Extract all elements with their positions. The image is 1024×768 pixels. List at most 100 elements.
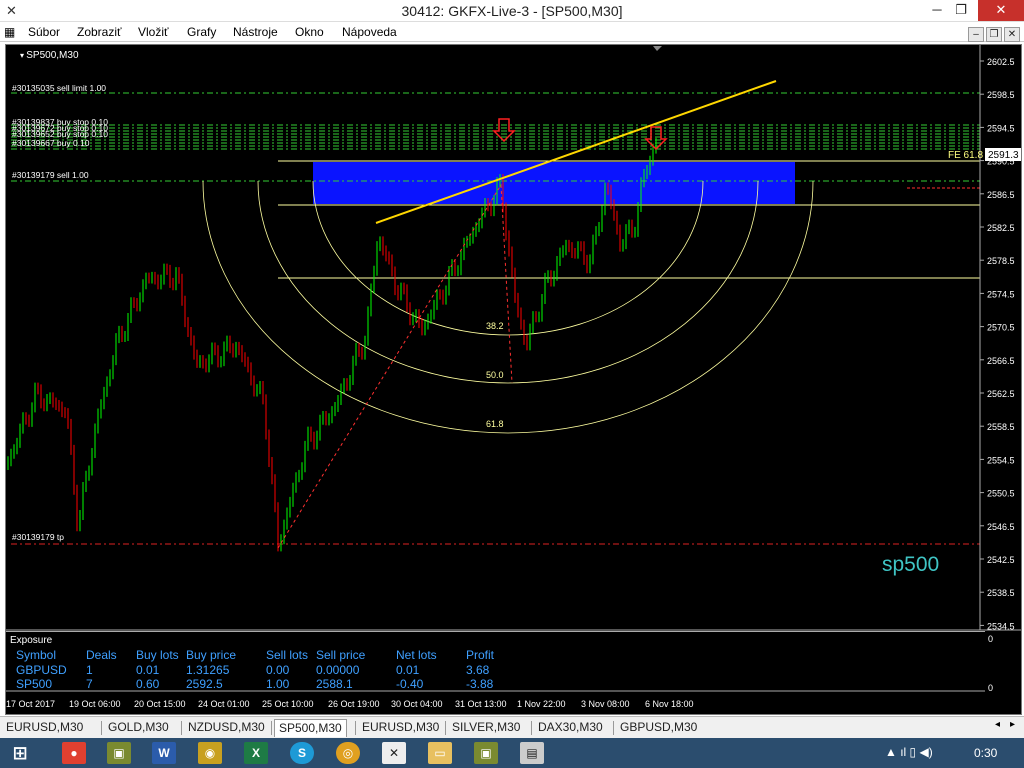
app-icon-2[interactable]: ▣ bbox=[107, 742, 131, 764]
restore-button[interactable]: ❐ bbox=[944, 0, 978, 21]
menu-zobrazit[interactable]: Zobraziť bbox=[77, 25, 122, 39]
exposure-cell: 1.31265 bbox=[186, 663, 230, 677]
start-icon[interactable]: ⊞ bbox=[8, 742, 32, 764]
price-tick-label: 2578.5 bbox=[987, 256, 1015, 266]
exposure-header: Profit bbox=[466, 648, 495, 662]
excel-icon[interactable]: X bbox=[244, 742, 268, 764]
chart-tabs: ◂ ▸ EURUSD,M30 GOLD,M30 NZDUSD,M30 SP500,M3… bbox=[0, 716, 1024, 738]
tab-separator bbox=[613, 721, 614, 735]
tray-icons[interactable]: ▲ ıl ▯ ◀) bbox=[885, 745, 933, 759]
mdi-restore-button[interactable]: ❐ bbox=[986, 27, 1002, 42]
price-tick-label: 2594.5 bbox=[987, 123, 1015, 133]
exposure-cell: 2592.5 bbox=[186, 677, 223, 691]
order-label-sell: #30139179 sell 1.00 bbox=[12, 170, 89, 180]
price-tick-label: 2534.5 bbox=[987, 621, 1015, 631]
fib-arc bbox=[257, 180, 759, 384]
time-tick-label: 26 Oct 19:00 bbox=[328, 699, 380, 709]
time-tick-label: 30 Oct 04:00 bbox=[391, 699, 443, 709]
price-tick-label: 2546.5 bbox=[987, 522, 1015, 532]
arrow-down-icon bbox=[492, 118, 516, 143]
price-tick-label: 2554.5 bbox=[987, 455, 1015, 465]
app-icon-4[interactable]: ◉ bbox=[198, 742, 222, 764]
time-tick-label: 1 Nov 22:00 bbox=[517, 699, 566, 709]
mdi-minimize-button[interactable]: – bbox=[968, 27, 984, 42]
tab-separator bbox=[531, 721, 532, 735]
tab-gbpusd-m30[interactable]: GBPUSD,M30 bbox=[616, 719, 701, 737]
exposure-cell: -3.88 bbox=[466, 677, 494, 691]
menu-subor[interactable]: Súbor bbox=[28, 25, 60, 39]
exposure-header: Net lots bbox=[396, 648, 437, 662]
exposure-title: Exposure bbox=[10, 635, 53, 646]
exposure-cell: 1 bbox=[86, 663, 93, 677]
price-tick-label: 2586.5 bbox=[987, 190, 1015, 200]
skype-icon[interactable]: S bbox=[290, 742, 314, 764]
exposure-cell: 0.60 bbox=[136, 677, 160, 691]
mdi-controls: – ❐ ✕ bbox=[966, 24, 1020, 42]
tab-dax30-m30[interactable]: DAX30,M30 bbox=[534, 719, 607, 737]
menu-app-icon[interactable]: ▦ bbox=[4, 25, 15, 39]
terminal-icon[interactable]: ✕ bbox=[382, 742, 406, 764]
tab-separator bbox=[101, 721, 102, 735]
chart-window[interactable]: 38.2 50.0 61.8 2602.5 2598.5 2594.5 2590.5 258… bbox=[5, 44, 1022, 715]
title-bar: ✕ 30412: GKFX-Live-3 - [SP500,M30] ─ ❐ ✕ bbox=[0, 0, 1024, 22]
exposure-header: Symbol bbox=[16, 648, 57, 662]
price-tag: 2591.3 bbox=[988, 150, 1019, 161]
price-tick-label: 2558.5 bbox=[987, 422, 1015, 432]
folder-icon[interactable]: ▭ bbox=[428, 742, 452, 764]
tab-sp500-m30[interactable]: SP500,M30 bbox=[274, 719, 347, 737]
price-tick-label: 2570.5 bbox=[987, 323, 1015, 333]
tab-eurusd-m30[interactable]: EURUSD,M30 bbox=[2, 719, 87, 737]
time-tick-label: 17 Oct 2017 bbox=[6, 699, 55, 709]
tab-scroll-right-icon[interactable]: ▸ bbox=[1010, 719, 1015, 730]
order-label-sell-limit: #30135035 sell limit 1.00 bbox=[12, 83, 106, 93]
menu-vlozit[interactable]: Vložiť bbox=[138, 25, 169, 39]
tab-separator bbox=[355, 721, 356, 735]
app-icon-11[interactable]: ▤ bbox=[520, 742, 544, 764]
exposure-header: Deals bbox=[86, 648, 117, 662]
price-tick-label: 2566.5 bbox=[987, 356, 1015, 366]
word-icon[interactable]: W bbox=[152, 742, 176, 764]
exposure-cell: 7 bbox=[86, 677, 93, 691]
tab-gold-m30[interactable]: GOLD,M30 bbox=[104, 719, 173, 737]
menu-okno[interactable]: Okno bbox=[295, 25, 324, 39]
order-label-buy-1: #30139667 buy 0.10 bbox=[12, 138, 90, 148]
time-tick-label: 25 Oct 10:00 bbox=[262, 699, 314, 709]
price-chart[interactable]: 38.250.061.8 2602.52598.52594.52590.5258… bbox=[6, 45, 1021, 714]
price-tick-label: 2542.5 bbox=[987, 555, 1015, 565]
exposure-cell: 3.68 bbox=[466, 663, 490, 677]
time-tick-label: 3 Nov 08:00 bbox=[581, 699, 630, 709]
tab-separator bbox=[445, 721, 446, 735]
chrome-icon[interactable]: ◎ bbox=[336, 742, 360, 764]
taskbar: ⊞ ● ▣ W ◉ X S ◎ ✕ ▭ ▣ ▤ ▲ ıl ▯ ◀) 0:30 bbox=[0, 738, 1024, 768]
shift-marker-icon[interactable] bbox=[653, 46, 662, 51]
app-icon-1[interactable]: ● bbox=[62, 742, 86, 764]
price-tick-label: 2562.5 bbox=[987, 389, 1015, 399]
menu-grafy[interactable]: Grafy bbox=[187, 25, 216, 39]
fib-baseline bbox=[277, 183, 513, 549]
subaxis-top: 0 bbox=[988, 634, 993, 644]
menu-napoveda[interactable]: Nápoveda bbox=[342, 25, 397, 39]
supply-zone bbox=[313, 162, 795, 204]
tab-eurusd-m30[interactable]: EURUSD,M30 bbox=[358, 719, 443, 737]
tab-separator bbox=[271, 721, 272, 735]
tab-nzdusd-m30[interactable]: NZDUSD,M30 bbox=[184, 719, 269, 737]
close-button[interactable]: ✕ bbox=[978, 0, 1024, 21]
price-tick-label: 2538.5 bbox=[987, 588, 1015, 598]
price-tick-label: 2582.5 bbox=[987, 223, 1015, 233]
price-tick-label: 2602.5 bbox=[987, 57, 1015, 67]
tab-scroll-left-icon[interactable]: ◂ bbox=[995, 719, 1000, 730]
exposure-cell: 0.01 bbox=[396, 663, 420, 677]
exposure-cell: GBPUSD bbox=[16, 663, 67, 677]
fib-label: 38.2 bbox=[486, 321, 504, 331]
exposure-header: Buy lots bbox=[136, 648, 179, 662]
menu-nastroje[interactable]: Nástroje bbox=[233, 25, 278, 39]
mdi-close-button[interactable]: ✕ bbox=[1004, 27, 1020, 42]
exposure-cell: 0.01 bbox=[136, 663, 160, 677]
subaxis-bottom: 0 bbox=[988, 683, 993, 693]
tab-silver-m30[interactable]: SILVER,M30 bbox=[448, 719, 524, 737]
exposure-cell: SP500 bbox=[16, 677, 53, 691]
exposure-panel: Exposure Symbol Deals Buy lots Buy price Sel… bbox=[6, 631, 985, 691]
symbol-text: SP500,M30 bbox=[26, 50, 79, 61]
app-icon-10[interactable]: ▣ bbox=[474, 742, 498, 764]
exposure-cell: -0.40 bbox=[396, 677, 424, 691]
